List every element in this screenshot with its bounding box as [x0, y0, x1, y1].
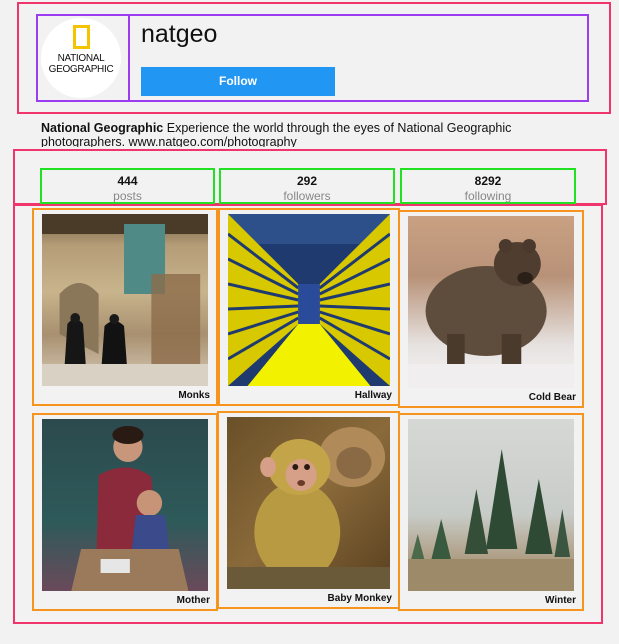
photo-card-monks[interactable]: Monks: [32, 208, 218, 406]
stat-following[interactable]: 8292 following: [400, 168, 576, 204]
baby-monkey-photo[interactable]: [227, 417, 390, 589]
photo-card-hallway[interactable]: Hallway: [218, 208, 400, 406]
photo-caption: Monks: [178, 390, 210, 401]
username: natgeo: [141, 20, 218, 48]
stat-following-value: 8292: [474, 174, 502, 188]
photo-caption: Hallway: [354, 390, 392, 401]
profile-bio: National Geographic Experience the world…: [41, 121, 561, 147]
hallway-photo[interactable]: [227, 214, 391, 386]
photo-card-baby-monkey[interactable]: Baby Monkey: [217, 411, 400, 609]
photo-caption: Mother: [176, 595, 210, 606]
stat-following-label: following: [464, 189, 512, 203]
photo-card-mother[interactable]: Mother: [32, 413, 218, 611]
stat-followers-label: followers: [283, 189, 331, 203]
photo-card-winter[interactable]: Winter: [398, 413, 584, 611]
cold-bear-photo[interactable]: [408, 216, 574, 388]
bio-name: National Geographic: [41, 121, 164, 135]
stat-posts[interactable]: 444 posts: [40, 168, 215, 204]
monks-photo[interactable]: [42, 214, 208, 386]
photo-caption: Winter: [544, 595, 576, 606]
stat-posts-value: 444: [117, 174, 138, 188]
photo-caption: Baby Monkey: [327, 593, 392, 604]
stat-followers-value: 292: [296, 174, 318, 188]
stat-followers[interactable]: 292 followers: [219, 168, 395, 204]
stat-posts-label: posts: [113, 189, 142, 203]
follow-button[interactable]: Follow: [141, 67, 335, 96]
photo-card-cold-bear[interactable]: Cold Bear: [398, 210, 584, 408]
mother-photo[interactable]: [42, 419, 208, 591]
photo-caption: Cold Bear: [528, 392, 576, 403]
avatar-container: [36, 14, 130, 102]
winter-photo[interactable]: [408, 419, 574, 591]
